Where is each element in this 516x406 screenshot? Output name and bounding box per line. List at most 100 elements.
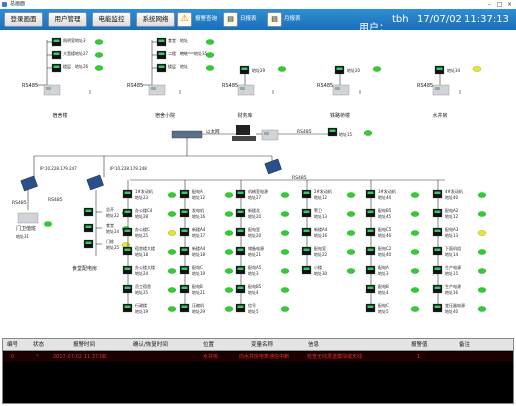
meter-display [158,52,165,55]
rs485-label: RS485 [12,200,27,206]
alarm-query-label[interactable]: 报警查询 [195,12,217,27]
converter-icon [17,212,39,224]
row-variable: 向水井房电表通信中断 [239,354,290,360]
meter-label: 总开 [106,206,114,212]
meter-label: 配电A2 [445,207,459,213]
meter-address: 地址25 [135,232,149,238]
daily-report-icon[interactable]: ▤ [223,12,238,27]
status-lamp [205,39,215,45]
minimize-icon[interactable]: – [486,1,493,8]
building-label: 门卫值班 [16,225,36,232]
monitor-icon [236,125,250,135]
converter-port [46,87,51,90]
gateway-icon [264,158,282,175]
meter-display [436,67,443,70]
meter-label: 配电室 [248,226,260,232]
meter-label: 压缩机 [192,302,204,308]
meter-display [85,225,92,228]
daily-report-label[interactable]: 日报表 [240,12,257,27]
meter-address: 地址20 [347,67,361,73]
status-lamp [205,65,215,71]
meter-address: 地址3 [378,270,389,276]
status-lamp [477,268,487,274]
meter-address: 地址12 [445,213,459,219]
table-row[interactable]: 0 * 2017-07-02 11:37:08 水井房 向水井房电表通信中断 检… [3,352,513,362]
main-window: 总画面 – □ × 登录画面 用户管理 电能监控 系统网络 ⚠ 报警查询 ▤ 日… [0,0,516,406]
rs485-label: RS485 [22,83,38,89]
meter-display [434,210,441,213]
maximize-icon[interactable]: □ [496,1,503,8]
meter-display [158,65,165,68]
meter-address: 地址45 [378,213,392,219]
meter-label: 食堂 [106,222,114,228]
meter-label: 小楼 [314,264,322,270]
meter-address: 地址24 [106,228,120,234]
converter-port [264,132,269,135]
meter-label: 配电B5 [248,283,262,289]
meter-address: 地址25 [135,289,149,295]
status-lamp [410,192,420,198]
converter-port [151,87,156,90]
monthly-report-label[interactable]: 月报表 [284,12,301,27]
meter-label: 办公楼C [135,226,150,232]
meter-address: 地址29 [252,67,266,73]
meter-display [434,305,441,308]
meter-label: 配电A [192,188,203,194]
meter-display [53,65,60,68]
building-label: 财务库 [237,112,252,119]
meter-address: 地址16 [445,289,459,295]
meter-label: 配电C [192,264,203,270]
meter-address: 地址40 [445,194,459,200]
close-icon[interactable]: × [506,1,513,8]
meter-display [124,286,131,289]
meter-label: 大宽楼 [63,50,75,56]
status-lamp [477,306,487,312]
alarm-events-table: 编号 状态 报警时间 确认/恢复时间 位置 变量名称 信息 报警值 备注 0 *… [2,338,514,404]
meter-display [124,210,131,213]
status-lamp [410,268,420,274]
meter-address: 地址16 [192,213,206,219]
meter-label: 4#发动机 [445,188,463,194]
status-lamp [43,221,53,227]
meter-display [367,248,374,251]
meter-address: 地址20 [248,232,262,238]
meter-address: 地址24 [135,270,149,276]
status-lamp [224,306,234,312]
status-lamp [280,192,290,198]
meter-display [237,286,244,289]
meter-display [181,286,188,289]
status-lamp [410,287,420,293]
meter-display [303,229,310,232]
title-bar: 总画面 – □ × [0,0,516,9]
meter-display [434,267,441,270]
status-lamp [280,287,290,293]
keyboard-icon [232,136,256,141]
alarm-table-header: 编号 状态 报警时间 确认/恢复时间 位置 变量名称 信息 报警值 备注 [3,339,513,351]
system-network-button[interactable]: 系统网络 [136,12,175,27]
meter-address: 地址40 [445,308,459,314]
rs485-label: RS485 [222,83,238,89]
status-lamp [477,211,487,217]
meter-display [237,229,244,232]
monthly-report-icon[interactable]: ▤ [267,12,282,27]
meter-display [181,267,188,270]
status-lamp [346,249,356,255]
meter-display [124,191,131,194]
meter-display [237,305,244,308]
current-date: 17/07/02 [417,14,462,25]
status-lamp [167,306,177,312]
meter-address: 地址40 [378,251,392,257]
login-screen-button[interactable]: 登录画面 [4,12,43,27]
power-monitor-button[interactable]: 电能监控 [92,12,131,27]
status-lamp [224,211,234,217]
warning-icon[interactable]: ⚠ [177,12,192,27]
meter-display [434,191,441,194]
meter-address: 地址5 [378,308,389,314]
status-lamp [167,230,177,236]
user-management-button[interactable]: 用户管理 [48,12,87,27]
col-note: 备注 [459,342,471,348]
meter-label: 配电A [378,264,389,270]
status-lamp [410,249,420,255]
meter-label: 办公楼大楼 [135,264,155,270]
converter-port [240,87,245,90]
